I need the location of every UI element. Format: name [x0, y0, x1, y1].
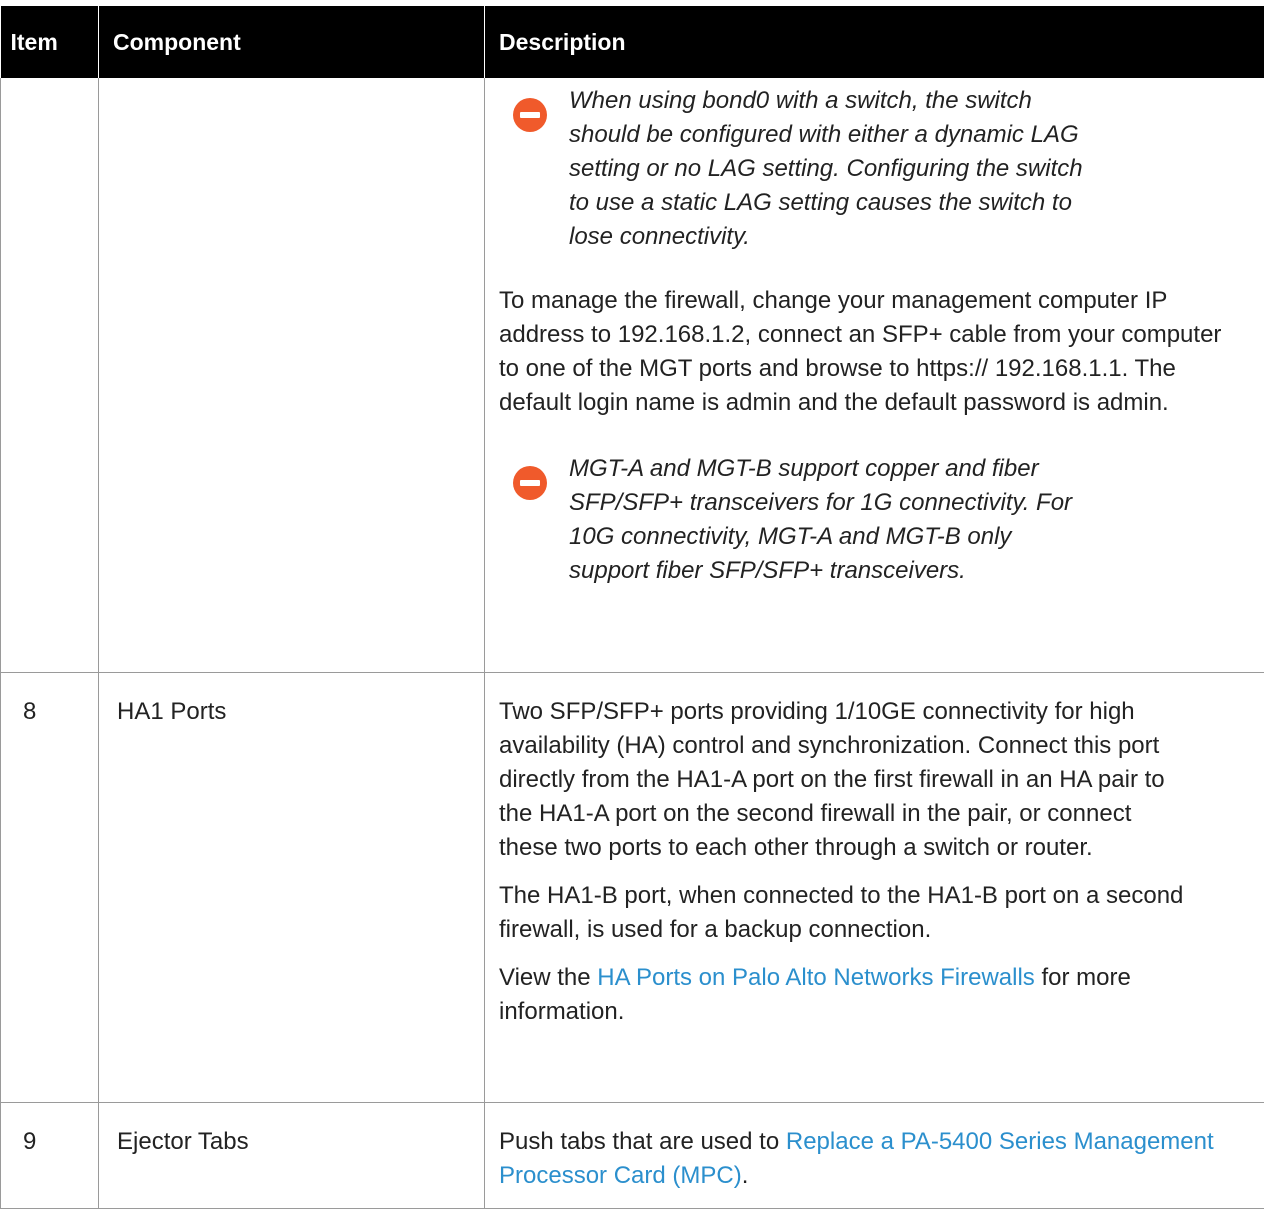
component-cell: HA1 Ports — [99, 672, 485, 1102]
more-info-prefix: View the — [499, 964, 597, 991]
ejector-suffix: . — [742, 1162, 749, 1189]
ha1-paragraph: Two SFP/SFP+ ports providing 1/10GE conn… — [499, 695, 1179, 865]
header-item: Item — [1, 6, 99, 78]
header-description: Description — [485, 6, 1264, 78]
caution-note: When using bond0 with a switch, the swit… — [499, 84, 1089, 254]
table-row: 9 Ejector Tabs Push tabs that are used t… — [1, 1102, 1264, 1208]
caution-icon — [513, 98, 547, 132]
management-paragraph: To manage the firewall, change your mana… — [499, 284, 1239, 420]
ha1-more-info-paragraph: View the HA Ports on Palo Alto Networks … — [499, 961, 1219, 1029]
description-cell: Push tabs that are used to Replace a PA-… — [485, 1102, 1264, 1208]
item-cell: 8 — [1, 672, 99, 1102]
item-cell: 9 — [1, 1102, 99, 1208]
caution-note-text: MGT-A and MGT-B support copper and fiber… — [569, 455, 1072, 584]
caution-icon — [513, 466, 547, 500]
ha1-backup-paragraph: The HA1-B port, when connected to the HA… — [499, 879, 1239, 947]
ejector-prefix: Push tabs that are used to — [499, 1128, 786, 1155]
description-cell: Two SFP/SFP+ ports providing 1/10GE conn… — [485, 672, 1264, 1102]
description-cell: When using bond0 with a switch, the swit… — [485, 78, 1264, 672]
table-row: When using bond0 with a switch, the swit… — [1, 78, 1264, 672]
caution-note-text: When using bond0 with a switch, the swit… — [569, 87, 1083, 250]
caution-note: MGT-A and MGT-B support copper and fiber… — [499, 452, 1089, 588]
table-header-row: Item Component Description — [1, 6, 1264, 78]
ejector-paragraph: Push tabs that are used to Replace a PA-… — [499, 1125, 1219, 1193]
hardware-component-table: Item Component Description When using bo… — [0, 6, 1264, 1209]
header-component: Component — [99, 6, 485, 78]
table-row: 8 HA1 Ports Two SFP/SFP+ ports providing… — [1, 672, 1264, 1102]
item-cell-empty — [1, 78, 99, 672]
component-cell-empty — [99, 78, 485, 672]
ha-ports-link[interactable]: HA Ports on Palo Alto Networks Firewalls — [597, 964, 1035, 991]
component-cell: Ejector Tabs — [99, 1102, 485, 1208]
